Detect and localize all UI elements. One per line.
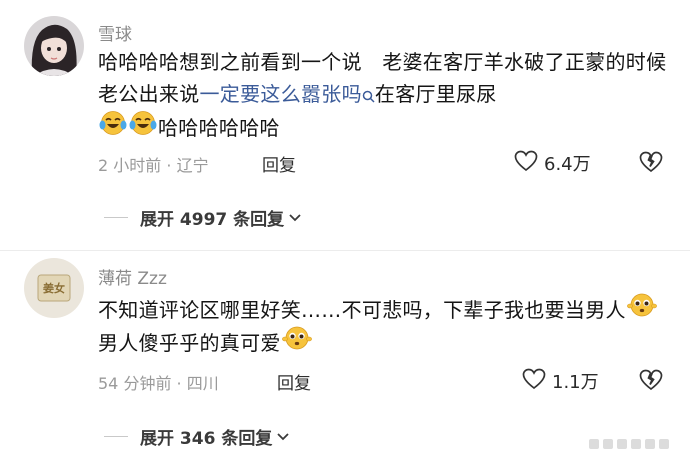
comment-meta: 54 分钟前 · 四川 <box>98 370 219 394</box>
chevron-down-icon <box>288 208 302 227</box>
like-button[interactable]: 1.1万 <box>522 368 599 394</box>
comment-username[interactable]: 雪球 <box>98 20 132 45</box>
broken-heart-icon <box>639 151 663 177</box>
comment-location: 辽宁 <box>176 156 209 175</box>
heart-icon <box>522 368 546 394</box>
search-link[interactable]: 一定要这么嚣张吗 <box>200 82 362 106</box>
flushed-pleading-emoji <box>281 325 312 360</box>
expand-replies-label: 展开 346 条回复 <box>140 429 273 449</box>
expand-replies-label: 展开 4997 条回复 <box>140 210 285 230</box>
crying-laughing-emoji <box>129 110 157 145</box>
comment-text: 不知道评论区哪里好笑……不可悲吗，下辈子我也要当男人男人傻乎乎的真可爱 <box>98 292 678 360</box>
comment-text-part: 不知道评论区哪里好笑……不可悲吗，下辈子我也要当男人 <box>98 298 626 322</box>
heart-icon <box>514 150 538 176</box>
like-count: 6.4万 <box>544 154 591 175</box>
reply-button[interactable]: 回复 <box>262 151 296 176</box>
search-icon[interactable] <box>362 80 375 112</box>
flushed-pleading-emoji <box>626 292 657 327</box>
expand-replies-button[interactable]: 展开 346 条回复 <box>104 424 290 449</box>
broken-heart-icon <box>639 369 663 395</box>
comment-time: 2 小时前 <box>98 156 162 175</box>
comment-divider <box>0 250 690 251</box>
comment-time: 54 分钟前 <box>98 374 172 393</box>
chevron-down-icon <box>276 427 290 446</box>
comment-text-part: 在客厅里尿尿 <box>374 82 497 106</box>
meta-separator: · <box>176 374 182 393</box>
reply-button[interactable]: 回复 <box>277 369 311 394</box>
divider-dash <box>104 436 128 437</box>
avatar-badge-text: 姜女 <box>43 282 65 295</box>
like-button[interactable]: 6.4万 <box>514 150 591 176</box>
expand-replies-button[interactable]: 展开 4997 条回复 <box>104 205 302 230</box>
watermark-image <box>587 434 683 458</box>
comment-text-part: 哈哈哈哈哈哈 <box>158 116 280 140</box>
dislike-button[interactable] <box>639 151 663 177</box>
divider-dash <box>104 217 128 218</box>
comment-text-part: 男人傻乎乎的真可爱 <box>98 331 281 355</box>
comment-text: 哈哈哈哈想到之前看到一个说 老婆在客厅羊水破了正蒙的时候老公出来说一定要这么嚣张… <box>98 46 678 145</box>
comment-username[interactable]: 薄荷 Zzz <box>98 264 167 289</box>
comment-meta: 2 小时前 · 辽宁 <box>98 152 209 176</box>
avatar[interactable] <box>24 16 84 76</box>
dislike-button[interactable] <box>639 369 663 395</box>
crying-laughing-emoji <box>99 110 127 145</box>
like-count: 1.1万 <box>552 372 599 393</box>
meta-separator: · <box>166 156 172 175</box>
comment-location: 四川 <box>186 374 219 393</box>
